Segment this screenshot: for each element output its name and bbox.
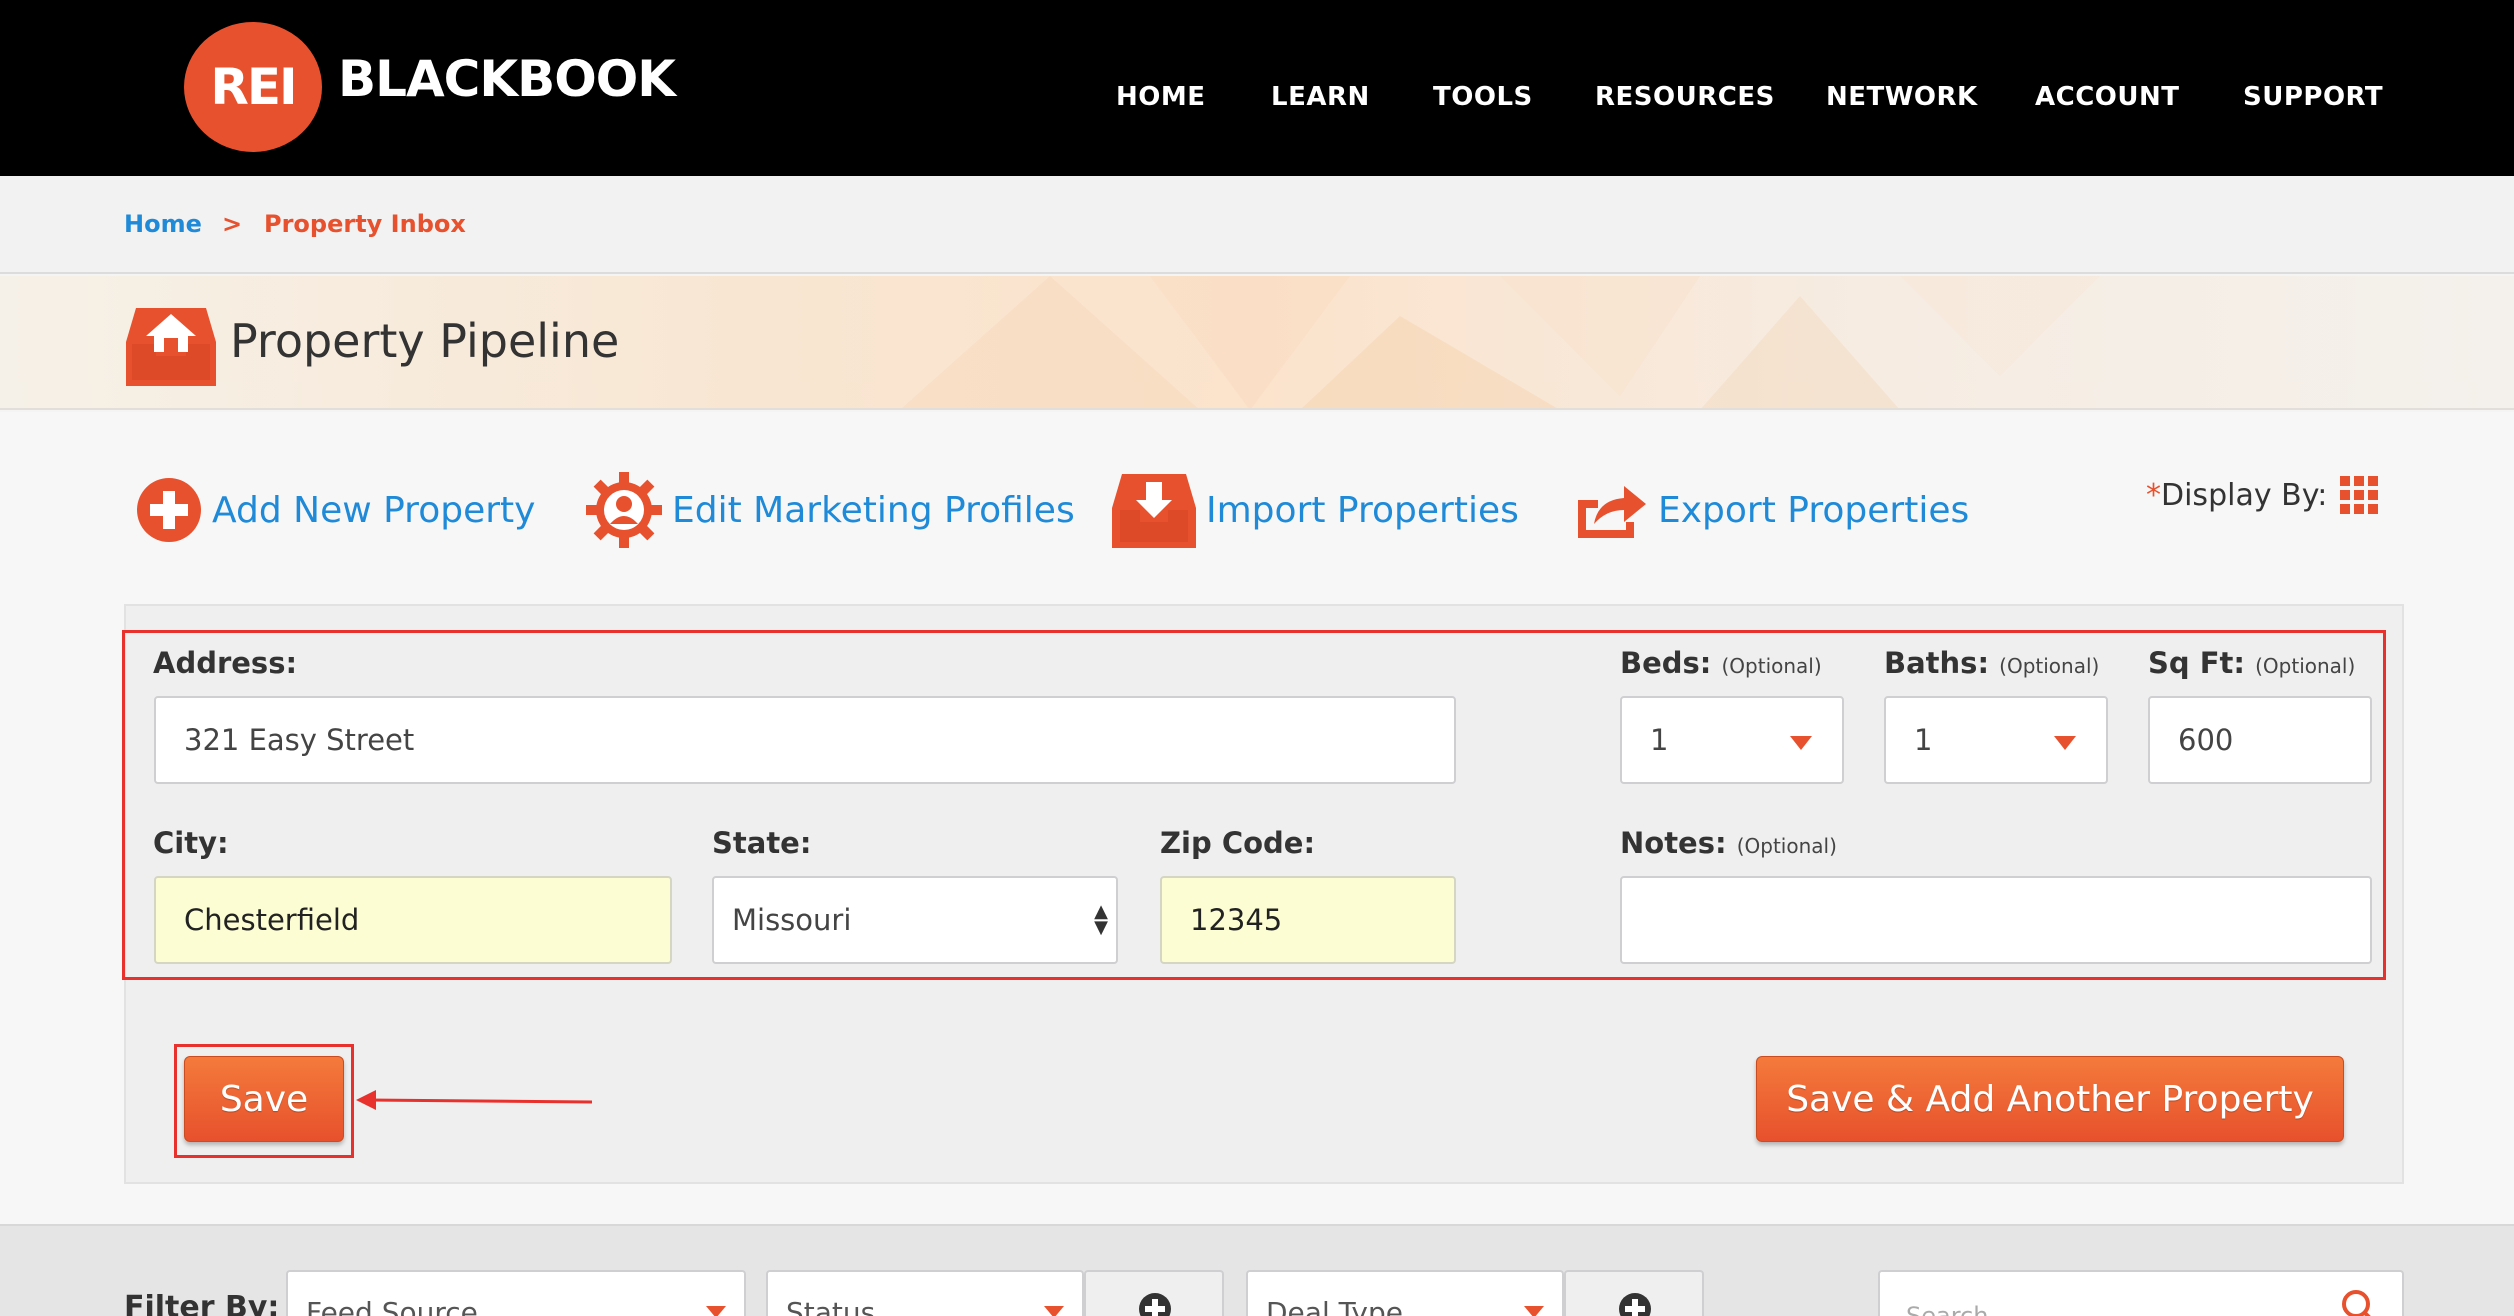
- edit-marketing-profiles-link[interactable]: Edit Marketing Profiles: [586, 470, 1075, 550]
- notes-label-text: Notes:: [1620, 826, 1727, 860]
- top-navigation-bar: REI BLACKBOOK HOME LEARN TOOLS RESOURCES…: [0, 0, 2514, 176]
- annotation-arrow-icon: [356, 1090, 592, 1110]
- zip-code-input[interactable]: 12345: [1160, 876, 1456, 964]
- page-header: Property Pipeline: [0, 276, 2514, 410]
- edit-marketing-profiles-label: Edit Marketing Profiles: [672, 489, 1075, 531]
- nav-network[interactable]: NETWORK: [1826, 82, 1978, 112]
- add-new-property-label: Add New Property: [212, 489, 536, 531]
- dropdown-arrow-icon: [1044, 1306, 1064, 1316]
- logo-wordmark[interactable]: BLACKBOOK: [338, 50, 676, 108]
- dropdown-arrow-icon: [1524, 1306, 1544, 1316]
- nav-tools[interactable]: TOOLS: [1433, 82, 1533, 112]
- beds-label-text: Beds:: [1620, 646, 1712, 680]
- baths-label-text: Baths:: [1884, 646, 1990, 680]
- save-and-add-another-button[interactable]: Save & Add Another Property: [1756, 1056, 2344, 1142]
- nav-learn[interactable]: LEARN: [1271, 82, 1370, 112]
- logo-badge-text: REI: [210, 58, 297, 116]
- nav-support[interactable]: SUPPORT: [2243, 82, 2383, 112]
- add-deal-type-button[interactable]: [1564, 1270, 1704, 1316]
- required-asterisk: *: [2146, 478, 2161, 513]
- baths-select[interactable]: 1: [1884, 696, 2108, 784]
- baths-label: Baths: (Optional): [1884, 646, 2099, 680]
- export-properties-label: Export Properties: [1658, 489, 1970, 531]
- inbox-download-icon: [1112, 474, 1196, 548]
- state-select-value: Missouri: [732, 903, 852, 937]
- beds-select-value: 1: [1650, 723, 1669, 757]
- beds-label: Beds: (Optional): [1620, 646, 1822, 680]
- notes-optional-hint: (Optional): [1736, 834, 1837, 858]
- nav-resources[interactable]: RESOURCES: [1595, 82, 1775, 112]
- status-select[interactable]: Status: [766, 1270, 1084, 1316]
- dropdown-arrow-icon: [1790, 736, 1812, 750]
- breadcrumb-home-link[interactable]: Home: [124, 210, 202, 238]
- search-icon: [2342, 1290, 2371, 1316]
- search-placeholder: Search: [1906, 1302, 1989, 1316]
- dropdown-arrow-icon: [706, 1306, 726, 1316]
- breadcrumb-separator: >: [222, 210, 243, 238]
- dropdown-arrow-icon: [2054, 736, 2076, 750]
- share-arrow-icon: [1578, 486, 1646, 538]
- export-properties-link[interactable]: Export Properties: [1576, 470, 1969, 550]
- display-by-text: Display By:: [2161, 478, 2328, 513]
- sqft-input[interactable]: 600: [2148, 696, 2372, 784]
- page-title: Property Pipeline: [230, 314, 620, 368]
- gear-user-icon: [586, 472, 662, 548]
- breadcrumb: Home > Property Inbox: [0, 176, 2514, 274]
- plus-circle-icon: [137, 478, 201, 542]
- sqft-label-text: Sq Ft:: [2148, 646, 2246, 680]
- state-select[interactable]: Missouri ▲ ▼: [712, 876, 1118, 964]
- state-label: State:: [712, 826, 812, 860]
- filter-by-label: Filter By:: [124, 1290, 280, 1316]
- search-input[interactable]: Search: [1878, 1270, 2404, 1316]
- grid-icon[interactable]: [2340, 476, 2378, 514]
- notes-input[interactable]: [1620, 876, 2372, 964]
- beds-optional-hint: (Optional): [1721, 654, 1822, 678]
- address-label: Address:: [153, 646, 298, 680]
- inbox-house-icon: [126, 308, 216, 386]
- feed-source-select[interactable]: Feed Source: [286, 1270, 746, 1316]
- zip-code-label: Zip Code:: [1160, 826, 1316, 860]
- import-properties-link[interactable]: Import Properties: [1112, 470, 1519, 550]
- save-button[interactable]: Save: [184, 1056, 344, 1142]
- sqft-optional-hint: (Optional): [2255, 654, 2356, 678]
- beds-select[interactable]: 1: [1620, 696, 1844, 784]
- baths-optional-hint: (Optional): [1999, 654, 2100, 678]
- nav-home[interactable]: HOME: [1116, 82, 1206, 112]
- feed-source-value: Feed Source: [306, 1296, 478, 1316]
- notes-label: Notes: (Optional): [1620, 826, 1837, 860]
- import-properties-label: Import Properties: [1206, 489, 1519, 531]
- plus-circle-icon: [1139, 1293, 1171, 1316]
- nav-account[interactable]: ACCOUNT: [2035, 82, 2180, 112]
- plus-circle-icon: [1619, 1293, 1651, 1316]
- sqft-label: Sq Ft: (Optional): [2148, 646, 2355, 680]
- address-input[interactable]: 321 Easy Street: [154, 696, 1456, 784]
- breadcrumb-current[interactable]: Property Inbox: [264, 210, 466, 238]
- logo-badge[interactable]: REI: [184, 22, 322, 152]
- baths-select-value: 1: [1914, 723, 1933, 757]
- status-value: Status: [786, 1296, 876, 1316]
- add-new-property-link[interactable]: Add New Property: [136, 470, 535, 550]
- deal-type-value: Deal Type: [1266, 1296, 1403, 1316]
- updown-arrows-icon: ▲ ▼: [1094, 901, 1108, 938]
- deal-type-select[interactable]: Deal Type: [1246, 1270, 1564, 1316]
- city-input[interactable]: Chesterfield: [154, 876, 672, 964]
- add-status-button[interactable]: [1084, 1270, 1224, 1316]
- display-by-label: *Display By:: [2146, 478, 2327, 513]
- city-label: City:: [153, 826, 229, 860]
